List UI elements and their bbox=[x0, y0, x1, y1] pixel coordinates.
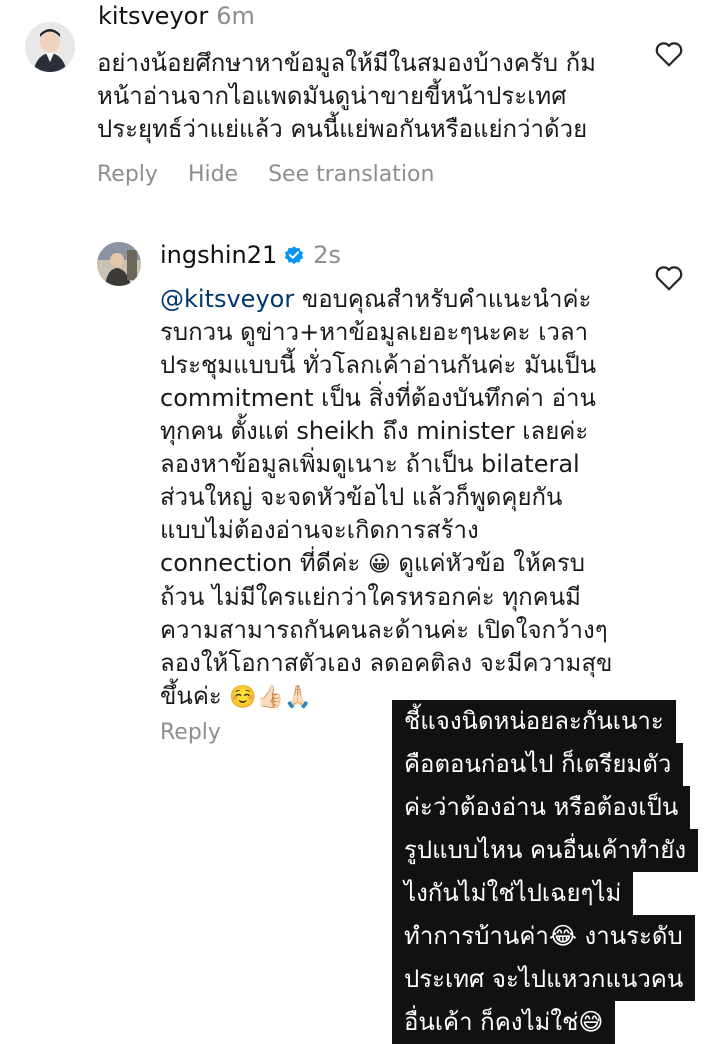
mention-link[interactable]: @kitsveyor bbox=[160, 285, 294, 313]
grinning-emoji: 😀 bbox=[367, 552, 391, 577]
overlay-line: ชี้แจงนิดหน่อยละกันเนาะ bbox=[392, 700, 676, 743]
heart-icon[interactable] bbox=[654, 264, 684, 292]
overlay-line: อื่นเค้า ก็คงไม่ใช่😅 bbox=[392, 1001, 616, 1044]
overlay-line: คือตอนก่อนไป ก็เตรียมตัว bbox=[392, 743, 684, 786]
verified-badge-icon bbox=[283, 244, 305, 266]
comment-text: อย่างน้อยศึกษาหาข้อมูลให้มีในสมองบ้างครั… bbox=[97, 49, 596, 143]
hide-button[interactable]: Hide bbox=[188, 162, 238, 187]
see-translation-button[interactable]: See translation bbox=[268, 162, 434, 187]
avatar[interactable] bbox=[25, 22, 75, 72]
username-text[interactable]: kitsveyor bbox=[98, 2, 208, 30]
comment-time: 6m bbox=[216, 2, 255, 30]
reply-button[interactable]: Reply bbox=[97, 162, 158, 187]
heart-icon[interactable] bbox=[654, 40, 684, 68]
overlay-line: ทำการบ้านค่า😂 งานระดับ bbox=[392, 915, 695, 958]
reply-actions: Reply bbox=[160, 720, 251, 745]
comment-actions: Reply Hide See translation bbox=[97, 162, 464, 187]
reply-username[interactable]: ingshin21 2s bbox=[160, 241, 341, 269]
overlay-line: ค่ะว่าต้องอ่าน หรือต้องเป็น bbox=[392, 786, 691, 829]
overlay-line: ประเทศ จะไปแหวกแนวคน bbox=[392, 958, 696, 1001]
overlay-line: ไงกันไม่ใช่ไปเฉยๆไม่ bbox=[392, 872, 634, 915]
reply-button[interactable]: Reply bbox=[160, 720, 221, 745]
username-text[interactable]: ingshin21 bbox=[160, 241, 277, 269]
comment-username[interactable]: kitsveyor 6m bbox=[98, 2, 255, 30]
reply-time: 2s bbox=[313, 241, 342, 269]
overlay-line: รูปแบบไหน คนอื่นเค้าทำยัง bbox=[392, 829, 699, 872]
reply-text-part: ขอบคุณสำหรับคำแนะนำค่ะ รบกวน ดูข่าว+หาข้… bbox=[160, 285, 597, 577]
emoji-group: ☺️👍🏻🙏🏻 bbox=[229, 685, 312, 710]
reply-avatar[interactable] bbox=[97, 242, 141, 286]
story-text-overlay: ชี้แจงนิดหน่อยละกันเนาะ คือตอนก่อนไป ก็เ… bbox=[392, 700, 699, 1044]
reply-text: @kitsveyor ขอบคุณสำหรับคำแนะนำค่ะ รบกวน … bbox=[160, 283, 650, 714]
